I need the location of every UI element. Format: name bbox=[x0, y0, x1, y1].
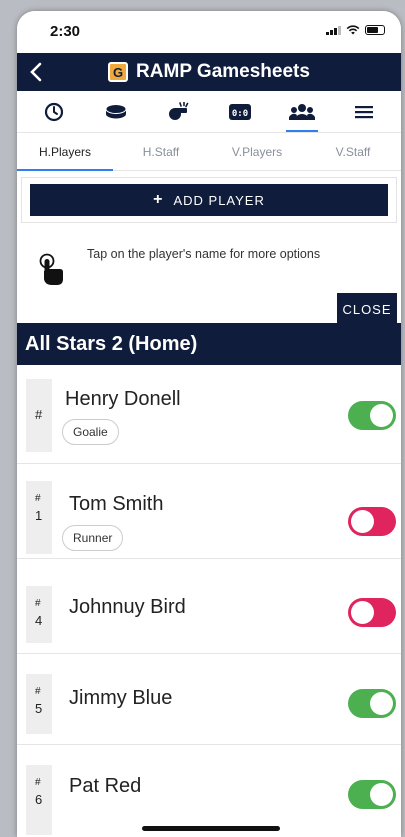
team-header: All Stars 2 (Home) bbox=[17, 323, 401, 365]
home-indicator[interactable] bbox=[142, 826, 280, 831]
puck-icon[interactable] bbox=[96, 92, 136, 132]
plus-icon: + bbox=[153, 191, 164, 208]
jersey-number: 5 bbox=[35, 701, 43, 716]
battery-icon bbox=[365, 25, 385, 35]
signal-icon bbox=[326, 25, 341, 35]
player-active-toggle[interactable] bbox=[348, 598, 396, 627]
player-name[interactable]: Jimmy Blue bbox=[69, 687, 172, 710]
scoreboard-text: 0:0 bbox=[232, 109, 248, 119]
player-role-badge: Goalie bbox=[62, 419, 119, 445]
roster-tabs: H.Players H.Staff V.Players V.Staff bbox=[17, 133, 401, 171]
jersey-number: 4 bbox=[35, 613, 43, 628]
jersey-number-box[interactable]: # 4 bbox=[26, 586, 52, 643]
jersey-number-box[interactable]: # bbox=[26, 379, 52, 452]
players-icon[interactable] bbox=[282, 92, 322, 132]
player-active-toggle[interactable] bbox=[348, 689, 396, 718]
add-player-button[interactable]: + ADD PLAYER bbox=[30, 184, 388, 216]
jersey-hash: # bbox=[35, 598, 41, 609]
tab-home-staff[interactable]: H.Staff bbox=[113, 133, 209, 170]
status-bar: 2:30 bbox=[17, 11, 401, 53]
whistle-icon[interactable] bbox=[158, 92, 198, 132]
status-time: 2:30 bbox=[50, 23, 81, 40]
scoreboard-icon[interactable]: 0:0 bbox=[220, 92, 260, 132]
player-row[interactable]: # 1 Tom Smith Runner bbox=[17, 464, 401, 559]
player-name[interactable]: Pat Red bbox=[69, 775, 141, 798]
jersey-number: 1 bbox=[35, 508, 43, 523]
jersey-hash: # bbox=[35, 407, 43, 422]
system-indicators bbox=[326, 25, 385, 35]
menu-icon[interactable] bbox=[344, 92, 384, 132]
player-name[interactable]: Johnnuy Bird bbox=[69, 596, 186, 619]
add-player-label: ADD PLAYER bbox=[173, 192, 265, 208]
back-chevron-icon[interactable] bbox=[25, 60, 49, 84]
app-logo: G bbox=[108, 62, 129, 82]
hint-message: Tap on the player's name for more option… bbox=[87, 247, 321, 261]
player-row[interactable]: # 4 Johnnuy Bird bbox=[17, 559, 401, 654]
jersey-number-box[interactable]: # 5 bbox=[26, 674, 52, 734]
phone-screen: 2:30 G RAMP Gamesheets 0:0 H.Players H.S… bbox=[17, 11, 401, 837]
tab-visitor-staff[interactable]: V.Staff bbox=[305, 133, 401, 170]
jersey-hash: # bbox=[35, 686, 41, 697]
tap-hand-icon bbox=[39, 253, 63, 285]
section-icon-bar: 0:0 bbox=[17, 91, 401, 133]
jersey-number-box[interactable]: # 6 bbox=[26, 765, 52, 835]
player-row[interactable]: # Henry Donell Goalie bbox=[17, 365, 401, 464]
player-name[interactable]: Tom Smith bbox=[69, 493, 163, 516]
add-player-panel: + ADD PLAYER bbox=[21, 177, 397, 223]
wifi-icon bbox=[346, 25, 360, 35]
player-active-toggle[interactable] bbox=[348, 401, 396, 430]
player-role-badge: Runner bbox=[62, 525, 124, 551]
player-active-toggle[interactable] bbox=[348, 780, 396, 809]
jersey-number-box[interactable]: # 1 bbox=[26, 481, 52, 554]
app-title: RAMP Gamesheets bbox=[136, 61, 310, 82]
hint-panel: Tap on the player's name for more option… bbox=[17, 223, 401, 325]
player-active-toggle[interactable] bbox=[348, 507, 396, 536]
player-row[interactable]: # 6 Pat Red bbox=[17, 745, 401, 835]
jersey-hash: # bbox=[35, 777, 41, 788]
title-bar: G RAMP Gamesheets bbox=[17, 53, 401, 91]
player-row[interactable]: # 5 Jimmy Blue bbox=[17, 654, 401, 745]
close-button[interactable]: CLOSE bbox=[337, 293, 397, 325]
clock-icon[interactable] bbox=[34, 92, 74, 132]
player-list: # Henry Donell Goalie # 1 Tom Smith Runn… bbox=[17, 365, 401, 835]
tab-home-players[interactable]: H.Players bbox=[17, 133, 113, 171]
player-name[interactable]: Henry Donell bbox=[65, 388, 181, 411]
tab-visitor-players[interactable]: V.Players bbox=[209, 133, 305, 170]
jersey-hash: # bbox=[35, 493, 41, 504]
jersey-number: 6 bbox=[35, 792, 43, 807]
